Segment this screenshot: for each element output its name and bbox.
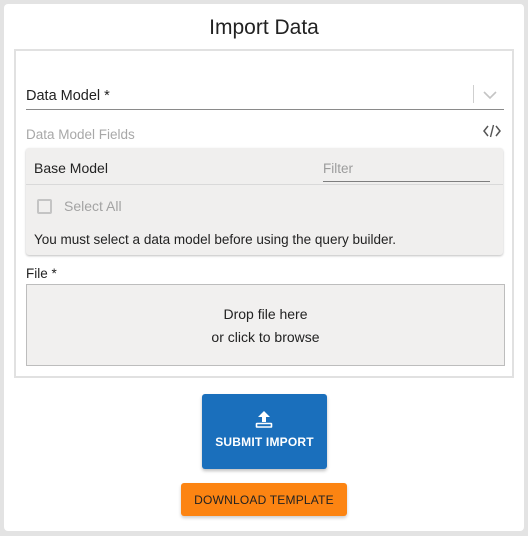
submit-import-label: SUBMIT IMPORT: [215, 435, 314, 449]
dialog-title: Import Data: [209, 16, 319, 39]
download-template-label: DOWNLOAD TEMPLATE: [194, 493, 334, 507]
dropzone-text-secondary: or click to browse: [211, 329, 320, 345]
chevron-down-icon[interactable]: [479, 86, 501, 104]
upload-icon: [254, 409, 274, 429]
select-separator: [473, 85, 474, 103]
data-model-select[interactable]: Data Model *: [26, 88, 110, 104]
query-builder: Base Model Select All You must select a …: [26, 148, 503, 255]
file-dropzone[interactable]: Drop file here or click to browse: [26, 284, 505, 366]
code-icon[interactable]: [482, 123, 502, 139]
filter-input[interactable]: [323, 156, 490, 182]
dropzone-text-primary: Drop file here: [223, 306, 308, 322]
select-all-label: Select All: [64, 198, 122, 214]
select-all-checkbox[interactable]: [37, 199, 52, 214]
import-data-dialog: Import Data Data Model * Data Model Fiel…: [4, 4, 524, 531]
file-label: File *: [26, 266, 57, 281]
data-model-fields-label: Data Model Fields: [26, 127, 135, 142]
submit-import-button[interactable]: SUBMIT IMPORT: [202, 394, 327, 469]
data-model-underline: [26, 109, 504, 110]
download-template-button[interactable]: DOWNLOAD TEMPLATE: [181, 483, 347, 516]
query-builder-message: You must select a data model before usin…: [34, 232, 396, 247]
base-model-label: Base Model: [34, 160, 108, 176]
import-form-panel: Data Model * Data Model Fields Base Mode…: [14, 49, 514, 378]
query-builder-header: Base Model: [26, 148, 503, 185]
